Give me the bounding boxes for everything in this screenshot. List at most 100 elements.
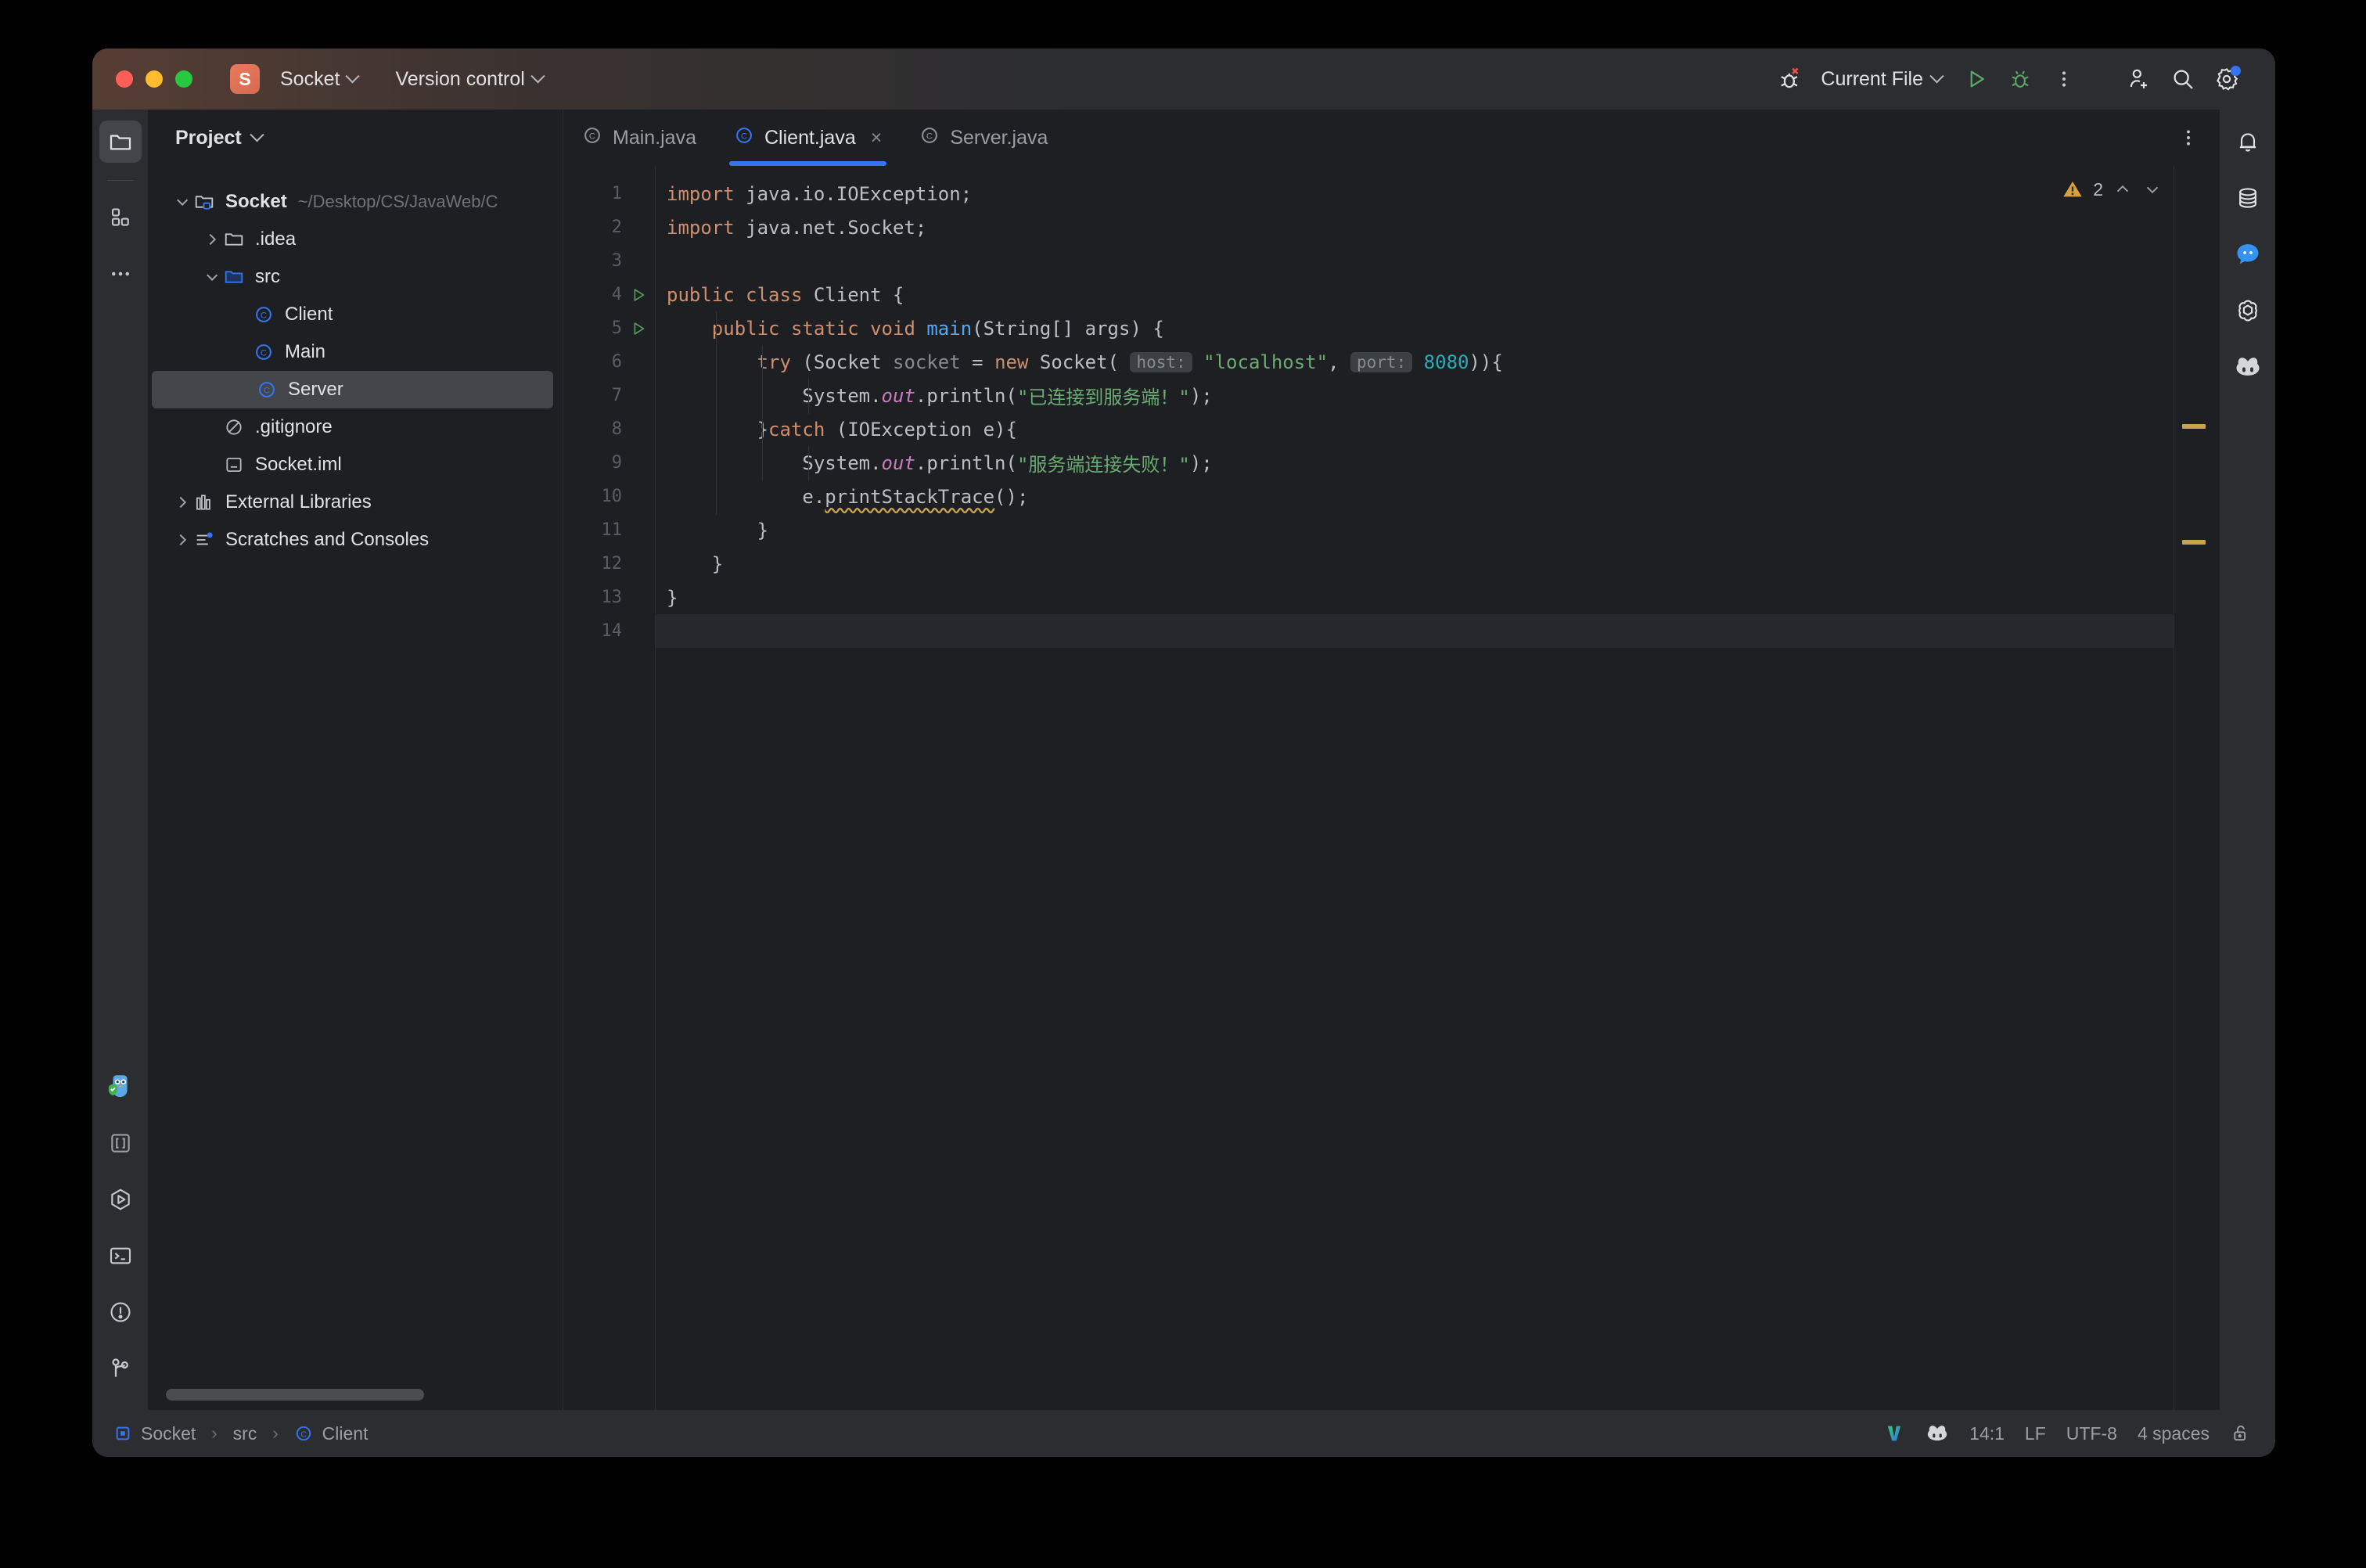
sidebar-item-ai-chat[interactable] [2227, 233, 2269, 275]
breadcrumb-item-class[interactable]: Client [322, 1423, 369, 1444]
close-window-button[interactable] [116, 70, 133, 88]
sidebar-item-ai-assistant[interactable] [99, 1066, 142, 1108]
code-line-11[interactable]: } [656, 513, 2219, 547]
gutter-line-10[interactable]: 10 [563, 480, 655, 513]
line-separator[interactable]: LF [2025, 1423, 2046, 1444]
chevron-right-icon[interactable] [171, 492, 191, 512]
tree-item-external-libraries[interactable]: External Libraries [149, 484, 563, 521]
gutter-line-2[interactable]: 2 [563, 210, 655, 244]
project-horizontal-scrollbar-thumb[interactable] [166, 1388, 424, 1401]
gutter-line-12[interactable]: 12 [563, 547, 655, 581]
gutter-line-13[interactable]: 13 [563, 581, 655, 614]
run-configuration-dropdown[interactable]: Current File [1813, 68, 1950, 91]
sidebar-item-more[interactable] [99, 253, 142, 295]
minimize-window-button[interactable] [146, 70, 163, 88]
sidebar-item-copilot[interactable] [2227, 346, 2269, 388]
more-vertical-icon[interactable] [2042, 57, 2086, 101]
gutter-line-11[interactable]: 11 [563, 513, 655, 547]
gutter-line-8[interactable]: 8 [563, 412, 655, 446]
sidebar-item-terminal[interactable] [99, 1235, 142, 1277]
gutter-run-icon[interactable] [628, 320, 649, 337]
chevron-down-icon[interactable] [250, 127, 264, 142]
run-icon[interactable] [1954, 57, 1998, 101]
code-line-10[interactable]: e. printStackTrace (); [656, 480, 2219, 513]
code-line-2[interactable]: import java.net.Socket; [656, 210, 2219, 244]
tree-item-scratches-and-consoles[interactable]: Scratches and Consoles [149, 521, 563, 559]
editor-tab-client[interactable]: C Client.java × [715, 110, 901, 166]
debug-icon[interactable] [1998, 57, 2042, 101]
gutter-line-14[interactable]: 14 [563, 614, 655, 648]
file-encoding[interactable]: UTF-8 [2066, 1423, 2117, 1444]
gutter-line-6[interactable]: 6 [563, 345, 655, 379]
gutter-line-5[interactable]: 5 [563, 311, 655, 345]
editor-tab-server[interactable]: C Server.java [901, 110, 1066, 166]
code-line-9[interactable]: System. out .println("服务端连接失败！"); [656, 446, 2219, 480]
gutter-line-9[interactable]: 9 [563, 446, 655, 480]
breadcrumb-item-folder[interactable]: src [233, 1423, 257, 1444]
code-line-14[interactable] [656, 614, 2219, 648]
indent-setting[interactable]: 4 spaces [2138, 1423, 2210, 1444]
tree-item-idea[interactable]: .idea [149, 221, 563, 258]
sidebar-item-notifications[interactable] [2227, 120, 2269, 163]
editor-tabs-more-icon[interactable] [2178, 110, 2219, 166]
code-line-7[interactable]: System. out .println("已连接到服务端！"); [656, 379, 2219, 412]
code-line-6[interactable]: try (Socket socket = new Socket( host: "… [656, 345, 2219, 379]
chevron-right-icon[interactable] [200, 229, 221, 250]
code-line-8[interactable]: } catch (IOException e){ [656, 412, 2219, 446]
project-panel-header[interactable]: Project [149, 110, 563, 166]
add-user-icon[interactable] [2117, 57, 2161, 101]
sidebar-item-structure[interactable] [99, 196, 142, 239]
chevron-down-icon[interactable] [171, 192, 191, 212]
code-line-5[interactable]: public static void main (String[] args) { [656, 311, 2219, 345]
caret-position[interactable]: 14:1 [1969, 1423, 2005, 1444]
sidebar-item-run[interactable] [99, 1178, 142, 1221]
tree-item-socket[interactable]: Socket ~/Desktop/CS/JavaWeb/C [149, 183, 563, 221]
chevron-down-icon[interactable] [2142, 179, 2163, 200]
gutter-line-3[interactable]: 3 [563, 244, 655, 278]
code-line-12[interactable]: } [656, 547, 2219, 581]
gutter-line-1[interactable]: 1 [563, 177, 655, 210]
editor-tab-main[interactable]: C Main.java [563, 110, 715, 166]
tree-item-socket-iml[interactable]: Socket.iml [149, 446, 563, 484]
search-icon[interactable] [2161, 57, 2205, 101]
stripe-warning-marker[interactable] [2182, 540, 2206, 545]
debug-disabled-icon[interactable] [1769, 57, 1813, 101]
project-name-dropdown[interactable]: Socket [272, 63, 365, 95]
editor-code-content[interactable]: import java.io.IOException; import java.n… [656, 166, 2219, 1410]
tree-item-main[interactable]: C Main [149, 333, 563, 371]
gutter-line-7[interactable]: 7 [563, 379, 655, 412]
maximize-window-button[interactable] [175, 70, 192, 88]
sidebar-item-version-control[interactable] [99, 1347, 142, 1390]
sidebar-item-problems[interactable] [99, 1291, 142, 1333]
error-stripe[interactable] [2174, 166, 2219, 1410]
inspection-widget[interactable]: 2 [2051, 174, 2174, 205]
sidebar-item-database[interactable] [2227, 177, 2269, 219]
sidebar-item-project[interactable] [99, 120, 142, 163]
gutter-run-icon[interactable] [628, 286, 649, 304]
chevron-down-icon[interactable] [200, 267, 221, 287]
project-horizontal-scrollbar-track[interactable] [149, 1379, 563, 1410]
tree-item-client[interactable]: C Client [149, 296, 563, 333]
v-logo-icon[interactable] [1883, 1422, 1905, 1444]
code-line-4[interactable]: public class Client { [656, 278, 2219, 311]
breadcrumb-item-module[interactable]: Socket [141, 1423, 196, 1444]
copilot-icon[interactable] [1926, 1422, 1949, 1445]
code-line-3[interactable] [656, 244, 2219, 278]
tree-item-server[interactable]: C Server [152, 371, 553, 408]
settings-gear-icon[interactable] [2205, 57, 2249, 101]
version-control-dropdown[interactable]: Version control [387, 63, 550, 95]
stripe-warning-marker[interactable] [2182, 424, 2206, 429]
chevron-up-icon[interactable] [2112, 179, 2133, 200]
unlocked-padlock-icon[interactable] [2230, 1422, 2252, 1444]
gutter-line-4[interactable]: 4 [563, 278, 655, 311]
chevron-right-icon[interactable] [171, 530, 191, 550]
sidebar-item-openai[interactable] [2227, 290, 2269, 332]
code-line-13[interactable]: } [656, 581, 2219, 614]
sidebar-item-brackets[interactable] [99, 1122, 142, 1164]
close-tab-icon[interactable]: × [871, 127, 883, 149]
tree-item-src[interactable]: src [149, 258, 563, 296]
code-editor[interactable]: 1 2 3 4 5 6 7 8 9 10 11 12 13 14 import java.io.IOExc… [563, 166, 2219, 1410]
code-line-1[interactable]: import java.io.IOException; [656, 177, 2219, 210]
tree-item-gitignore[interactable]: .gitignore [149, 408, 563, 446]
editor-gutter[interactable]: 1 2 3 4 5 6 7 8 9 10 11 12 13 14 [563, 166, 656, 1410]
